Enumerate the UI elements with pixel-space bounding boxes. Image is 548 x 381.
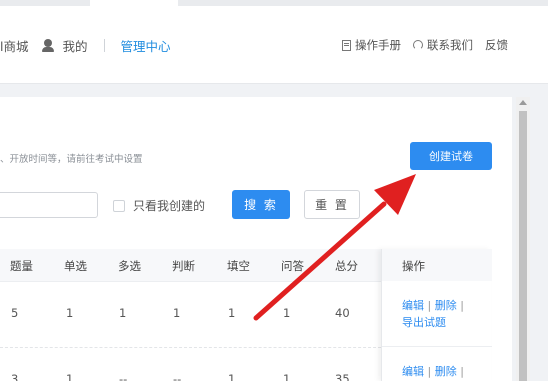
search-input[interactable] xyxy=(0,192,98,218)
table-cell: -- xyxy=(173,372,182,381)
table-cell: -- xyxy=(119,372,128,381)
feedback-link[interactable]: 反馈 xyxy=(485,37,508,53)
nav-item-mall[interactable]: l商城 xyxy=(0,36,28,55)
reset-button[interactable]: 重 置 xyxy=(304,190,360,219)
headset-icon xyxy=(413,40,423,50)
row-divider xyxy=(0,347,381,348)
table-cell: 40 xyxy=(335,306,350,320)
only-mine-filter[interactable]: 只看我创建的 xyxy=(113,197,205,214)
table-cell: 35 xyxy=(335,372,350,381)
column-header-single: 单选 xyxy=(64,259,87,273)
action-separator: | xyxy=(427,365,432,378)
table-cell: 1 xyxy=(173,306,181,320)
search-button[interactable]: 搜 索 xyxy=(232,190,290,219)
action-separator: | xyxy=(460,365,464,378)
utility-nav: 操作手册 联系我们 反馈 xyxy=(342,36,508,54)
settings-hint-text: 、开放时间等，请前往考试中设置 xyxy=(0,154,143,165)
column-header-total: 总分 xyxy=(335,259,358,273)
table-cell: 5 xyxy=(11,306,19,320)
table-cell: 1 xyxy=(228,372,236,381)
delete-link[interactable]: 删除 xyxy=(435,365,457,378)
column-header-count: 题量 xyxy=(10,259,33,273)
table-cell: 1 xyxy=(283,306,291,320)
only-mine-checkbox[interactable] xyxy=(113,199,125,212)
scroll-thumb[interactable] xyxy=(519,111,527,381)
manual-label: 操作手册 xyxy=(355,38,401,52)
contact-link[interactable]: 联系我们 xyxy=(413,37,473,53)
column-header-judge: 判断 xyxy=(172,259,195,273)
action-separator: | xyxy=(460,299,464,312)
row-2-actions: 编辑 | 删除 | xyxy=(402,363,464,379)
table-cell: 1 xyxy=(66,306,74,320)
actions-column-header: 操作 xyxy=(382,249,492,281)
user-icon xyxy=(42,38,55,52)
site-header: l商城 我的 管理中心 操作手册 联系我们 反馈 xyxy=(0,6,548,84)
table-cell: 1 xyxy=(228,306,236,320)
vertical-scrollbar[interactable] xyxy=(516,97,530,381)
column-header-qa: 问答 xyxy=(281,259,304,273)
column-header-fill: 填空 xyxy=(227,259,250,273)
table-cell: 1 xyxy=(119,306,127,320)
table-cell: 3 xyxy=(11,372,19,381)
table-cell: 1 xyxy=(66,372,74,381)
main-nav: l商城 我的 管理中心 xyxy=(0,36,171,54)
manual-icon xyxy=(342,39,351,51)
column-header-multi: 多选 xyxy=(118,259,141,273)
nav-item-admin-center[interactable]: 管理中心 xyxy=(121,36,171,55)
action-separator: | xyxy=(427,299,432,312)
manual-link[interactable]: 操作手册 xyxy=(342,37,401,53)
edit-link[interactable]: 编辑 xyxy=(402,365,424,378)
create-paper-button[interactable]: 创建试卷 xyxy=(410,142,492,170)
nav-divider xyxy=(103,38,105,52)
export-questions-link[interactable]: 导出试题 xyxy=(402,314,446,330)
delete-link[interactable]: 删除 xyxy=(435,299,457,312)
actions-column: 操作 编辑 | 删除 | 导出试题 编辑 | 删除 | xyxy=(381,249,492,381)
column-header-actions: 操作 xyxy=(402,259,425,273)
page-root: l商城 我的 管理中心 操作手册 联系我们 反馈 、开放时间等，请前往考试中设置… xyxy=(0,0,548,381)
edit-link[interactable]: 编辑 xyxy=(402,299,424,312)
contact-label: 联系我们 xyxy=(427,38,473,52)
only-mine-label: 只看我创建的 xyxy=(133,199,206,213)
row-divider xyxy=(382,346,492,347)
nav-item-mine[interactable]: 我的 xyxy=(62,36,87,55)
scroll-up-arrow-icon[interactable] xyxy=(519,100,527,105)
row-1-actions: 编辑 | 删除 | xyxy=(402,297,464,313)
table-cell: 1 xyxy=(283,372,291,381)
